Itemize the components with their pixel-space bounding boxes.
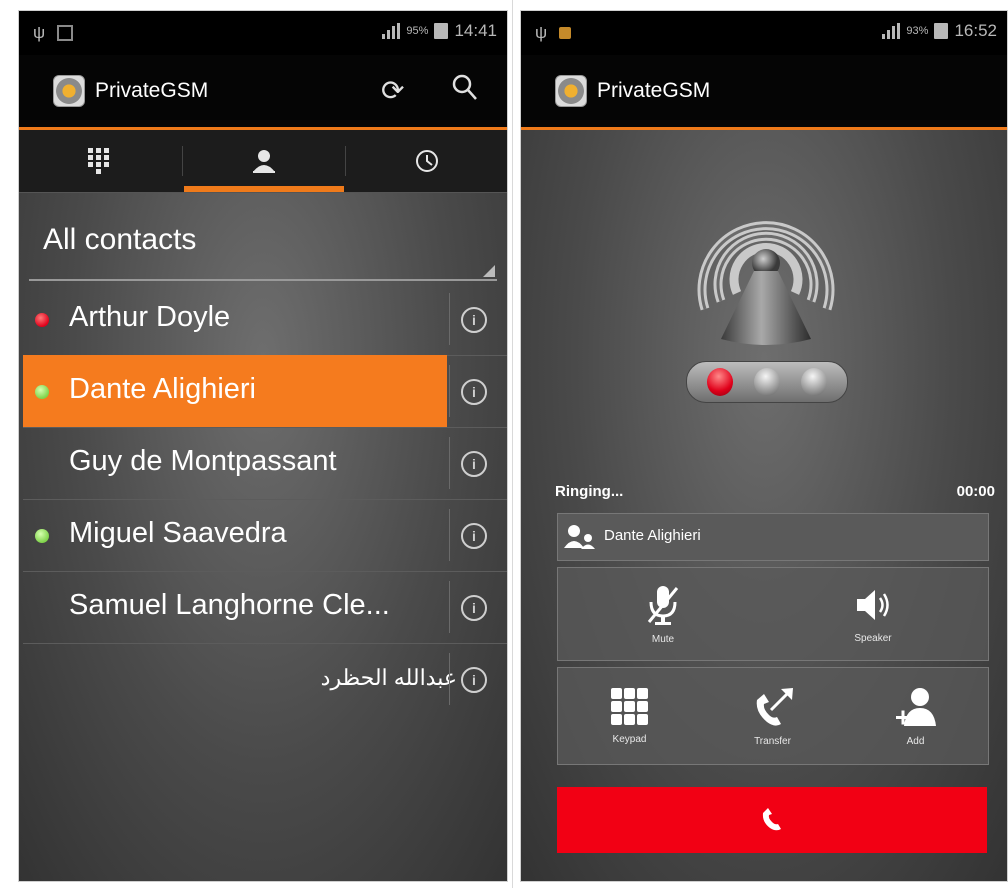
history-clock-icon [416, 150, 438, 172]
status-bar: ψ 93% 16:52 [521, 11, 1007, 55]
call-transfer-icon [756, 687, 793, 726]
contact-name: Samuel Langhorne Cle... [69, 589, 390, 621]
contact-row-selected[interactable]: Dante Alighieri i [23, 355, 507, 428]
connection-status-lights [686, 361, 848, 403]
app-title: PrivateGSM [597, 79, 711, 102]
info-icon[interactable]: i [461, 379, 487, 405]
keypad-icon [610, 687, 648, 725]
contact-name: Miguel Saavedra [69, 517, 287, 549]
info-icon[interactable]: i [461, 667, 487, 693]
transfer-label: Transfer [754, 735, 791, 747]
row-separator [449, 365, 450, 417]
speaker-icon [857, 589, 889, 620]
add-person-icon [895, 687, 936, 726]
row-separator [449, 581, 450, 633]
contacts-screen: ψ 95% 14:41 PrivateGSM ⟳ All contacts Ar… [18, 10, 508, 882]
notification-icon [559, 27, 572, 39]
filter-label: All contacts [43, 223, 197, 256]
contact-row[interactable]: Arthur Doyle i [23, 283, 507, 356]
call-status-row: Ringing... 00:00 [555, 483, 995, 507]
mic-mute-icon [647, 585, 679, 625]
tab-dialpad[interactable] [19, 130, 179, 192]
contacts-filter-dropdown[interactable]: All contacts [29, 199, 497, 281]
add-label: Add [906, 735, 925, 747]
contact-row[interactable]: Guy de Montpassant i [23, 427, 507, 500]
call-controls-row-2: Keypad Transfer Add [557, 667, 989, 765]
call-state: Ringing... [555, 483, 624, 500]
phone-hangup-icon [762, 808, 781, 831]
usb-icon: ψ [33, 23, 46, 42]
battery-icon [434, 23, 449, 39]
call-screen: ψ 93% 16:52 PrivateGSM Ringing... 00:00 … [520, 10, 1008, 882]
status-online-icon [35, 385, 49, 399]
status-light-grey-icon [801, 368, 827, 396]
tab-history[interactable] [347, 130, 507, 192]
row-separator [449, 509, 450, 561]
battery-percent: 93% [906, 25, 929, 37]
action-bar: PrivateGSM [521, 55, 1007, 130]
usb-icon: ψ [535, 23, 548, 42]
add-button[interactable]: Add [844, 668, 987, 764]
tab-bar [19, 130, 507, 193]
app-title: PrivateGSM [95, 79, 209, 102]
info-icon[interactable]: i [461, 451, 487, 477]
radar-antenna-icon [697, 221, 835, 345]
app-logo-icon [555, 75, 587, 107]
status-busy-icon [35, 313, 49, 327]
contact-name: Arthur Doyle [69, 301, 231, 333]
dropdown-corner-icon [483, 265, 495, 277]
speaker-button[interactable]: Speaker [808, 568, 938, 660]
status-light-grey-icon [754, 368, 780, 396]
status-bar: ψ 95% 14:41 [19, 11, 507, 55]
signal-icon [882, 23, 901, 39]
row-separator [449, 293, 450, 345]
battery-icon [934, 23, 949, 39]
contact-name: Guy de Montpassant [69, 445, 337, 477]
screenshot-divider [512, 0, 513, 888]
contact-row[interactable]: عبدالله الحظرد i [23, 643, 507, 715]
contact-name: Dante Alighieri [69, 373, 256, 405]
search-icon[interactable] [451, 73, 479, 112]
mute-button[interactable]: Mute [598, 568, 728, 660]
speaker-label: Speaker [854, 632, 892, 644]
caller-person-icon [564, 525, 595, 549]
tab-separator [182, 146, 183, 176]
tab-separator [345, 146, 346, 176]
info-icon[interactable]: i [461, 523, 487, 549]
transfer-button[interactable]: Transfer [701, 668, 844, 764]
mute-label: Mute [651, 633, 675, 645]
action-bar: PrivateGSM ⟳ [19, 55, 507, 130]
row-separator [449, 437, 450, 489]
status-online-icon [35, 529, 49, 543]
app-logo-icon [53, 75, 85, 107]
contacts-icon [253, 150, 275, 173]
tab-contacts[interactable] [184, 130, 344, 192]
contact-name: عبدالله الحظرد [320, 665, 457, 690]
signal-icon [382, 23, 401, 39]
keypad-button[interactable]: Keypad [558, 668, 701, 764]
battery-percent: 95% [406, 25, 429, 37]
status-light-red-icon [707, 368, 733, 396]
clock: 16:52 [954, 21, 997, 40]
notification-icon [57, 25, 74, 41]
contact-row[interactable]: Samuel Langhorne Cle... i [23, 571, 507, 644]
info-icon[interactable]: i [461, 307, 487, 333]
keypad-label: Keypad [612, 733, 647, 745]
call-controls-row-1: Mute Speaker [557, 567, 989, 661]
caller-bar: Dante Alighieri [557, 513, 989, 561]
call-timer: 00:00 [956, 483, 995, 500]
caller-name: Dante Alighieri [604, 527, 701, 544]
info-icon[interactable]: i [461, 595, 487, 621]
end-call-button[interactable] [557, 787, 987, 853]
sync-icon[interactable]: ⟳ [381, 73, 404, 109]
clock: 14:41 [454, 21, 497, 40]
contact-row[interactable]: Miguel Saavedra i [23, 499, 507, 572]
row-separator [449, 653, 450, 705]
dialpad-icon [88, 148, 109, 174]
